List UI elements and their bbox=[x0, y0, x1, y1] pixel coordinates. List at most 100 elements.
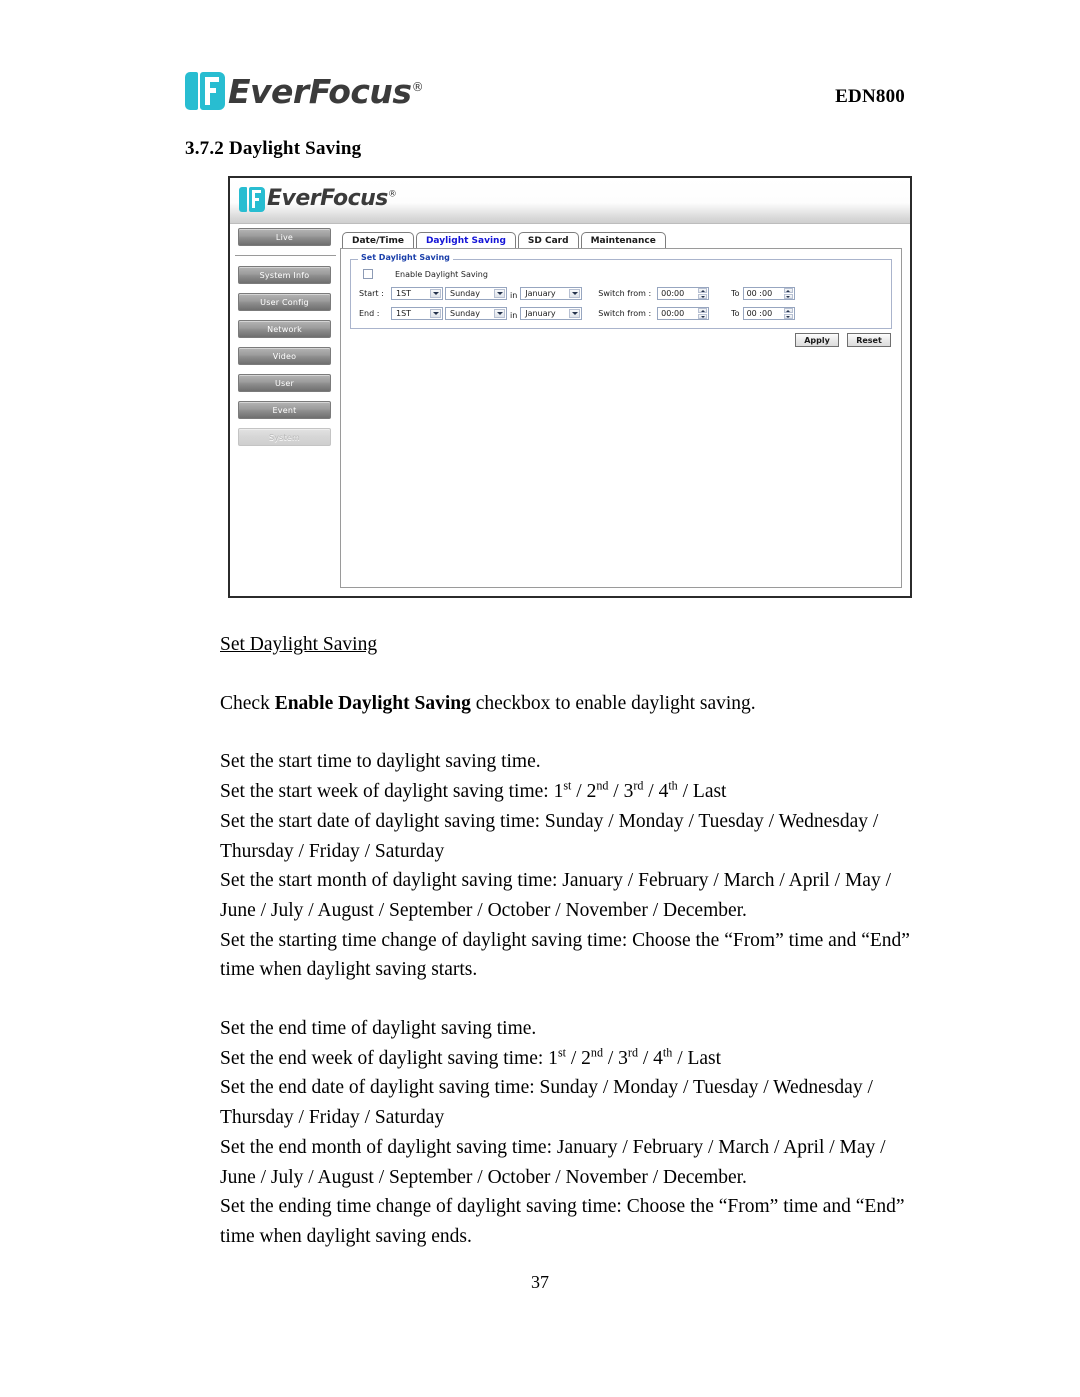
chevron-down-icon[interactable] bbox=[569, 289, 581, 298]
end-day-select[interactable]: Sunday bbox=[445, 307, 507, 320]
app-logo-mark-icon bbox=[239, 186, 265, 212]
sidebar-item-event[interactable]: Event bbox=[238, 401, 331, 419]
form-actions: Apply Reset bbox=[787, 333, 891, 347]
tab-sd-card[interactable]: SD Card bbox=[517, 232, 579, 248]
start-switch-to-input[interactable]: 00 :00 bbox=[742, 287, 795, 300]
set-daylight-saving-fieldset: Set Daylight Saving Enable Daylight Savi… bbox=[350, 253, 892, 329]
start-line-2: Set the start week of daylight saving ti… bbox=[220, 777, 920, 807]
intro-suffix: checkbox to enable daylight saving. bbox=[470, 692, 756, 714]
tab-daylight-saving[interactable]: Daylight Saving bbox=[415, 232, 516, 248]
sidebar-item-system-info[interactable]: System Info bbox=[238, 266, 331, 284]
end-day-value: Sunday bbox=[450, 309, 480, 318]
chevron-down-icon[interactable] bbox=[494, 309, 505, 318]
page-number: 37 bbox=[531, 1272, 549, 1292]
start-week-value: 1ST bbox=[396, 289, 412, 298]
start-line-2-prefix: Set the start week of daylight saving ti… bbox=[220, 781, 564, 803]
sidebar-item-user-config[interactable]: User Config bbox=[238, 293, 331, 311]
end-line-2-mid3: / 4 bbox=[637, 1047, 663, 1069]
start-line-3: Set the start date of daylight saving ti… bbox=[220, 810, 879, 862]
tab-panel: Set Daylight Saving Enable Daylight Savi… bbox=[340, 248, 902, 588]
end-line-2: Set the end week of daylight saving time… bbox=[220, 1044, 920, 1074]
start-month-select[interactable]: January bbox=[520, 287, 583, 300]
start-row-label: Start : bbox=[359, 289, 384, 298]
app-brand-name: EverFocus bbox=[267, 186, 388, 211]
enable-daylight-saving-row: Enable Daylight Saving bbox=[363, 269, 488, 279]
sidebar-item-system[interactable]: System bbox=[238, 428, 331, 446]
end-switch-from-stepper[interactable] bbox=[698, 308, 708, 319]
end-line-5: Set the ending time change of daylight s… bbox=[220, 1196, 905, 1247]
chevron-down-icon[interactable] bbox=[569, 309, 581, 318]
end-to-label: To bbox=[731, 309, 740, 318]
end-line-2-prefix: Set the end week of daylight saving time… bbox=[220, 1047, 558, 1069]
chevron-down-icon[interactable] bbox=[430, 309, 441, 318]
sidebar-nav: Live System Info User Config Network Vid… bbox=[235, 228, 339, 455]
end-ord-4: th bbox=[662, 1045, 673, 1060]
end-row-label: End : bbox=[359, 309, 380, 318]
content-area: Date/Time Daylight Saving SD Card Mainte… bbox=[340, 230, 902, 588]
app-everfocus-logo: EverFocus® bbox=[239, 184, 397, 214]
enable-daylight-saving-label: Enable Daylight Saving bbox=[395, 269, 488, 279]
start-switch-to-stepper[interactable] bbox=[783, 288, 793, 299]
chevron-down-icon[interactable] bbox=[430, 289, 441, 298]
start-switch-from-stepper[interactable] bbox=[698, 288, 708, 299]
sidebar-item-video[interactable]: Video bbox=[238, 347, 331, 365]
start-switch-from-input[interactable]: 00:00 bbox=[657, 287, 710, 300]
start-line-1: Set the start time to daylight saving ti… bbox=[220, 751, 541, 773]
start-month-value: January bbox=[525, 289, 556, 298]
end-month-select[interactable]: January bbox=[520, 307, 583, 320]
start-day-value: Sunday bbox=[450, 289, 480, 298]
end-switch-to-input[interactable]: 00 :00 bbox=[742, 307, 795, 320]
intro-prefix: Check bbox=[220, 692, 275, 714]
end-switch-from-label: Switch from : bbox=[598, 309, 652, 318]
start-week-select[interactable]: 1ST bbox=[391, 287, 443, 300]
everfocus-logo-mark-icon bbox=[185, 72, 225, 110]
sidebar-item-network[interactable]: Network bbox=[238, 320, 331, 338]
chevron-down-icon[interactable] bbox=[494, 289, 505, 298]
start-line-4: Set the start month of daylight saving t… bbox=[220, 870, 892, 921]
end-month-value: January bbox=[525, 309, 556, 318]
sidebar-item-user[interactable]: User bbox=[238, 374, 331, 392]
end-ord-3: rd bbox=[627, 1045, 638, 1060]
document-body: Set Daylight Saving Check Enable Dayligh… bbox=[220, 630, 920, 1252]
start-ord-3: rd bbox=[633, 778, 644, 793]
start-day-select[interactable]: Sunday bbox=[445, 287, 507, 300]
everfocus-logo: EverFocus® bbox=[185, 70, 424, 112]
start-line-2-mid2: / 3 bbox=[608, 781, 634, 803]
end-week-value: 1ST bbox=[396, 309, 412, 318]
fieldset-legend: Set Daylight Saving bbox=[358, 253, 453, 262]
start-ord-2: nd bbox=[596, 778, 609, 793]
end-line-4: Set the end month of daylight saving tim… bbox=[220, 1136, 886, 1188]
end-line-2-mid1: / 2 bbox=[566, 1047, 591, 1069]
end-line-3: Set the end date of daylight saving time… bbox=[220, 1077, 873, 1129]
body-subheading: Set Daylight Saving bbox=[220, 634, 378, 655]
app-brand-wordmark: EverFocus® bbox=[267, 186, 397, 211]
end-line-2-mid2: / 3 bbox=[603, 1047, 628, 1069]
end-switch-from-value: 00:00 bbox=[661, 309, 685, 318]
start-switch-to-value: 00 :00 bbox=[746, 289, 773, 298]
start-line-2-mid1: / 2 bbox=[571, 781, 597, 803]
reset-button[interactable]: Reset bbox=[847, 333, 891, 347]
tab-maintenance[interactable]: Maintenance bbox=[580, 232, 666, 248]
end-switch-to-value: 00 :00 bbox=[746, 309, 773, 318]
model-identifier: EDN800 bbox=[835, 86, 905, 107]
end-ord-1: st bbox=[557, 1045, 566, 1060]
start-to-label: To bbox=[731, 289, 740, 298]
end-switch-from-input[interactable]: 00:00 bbox=[657, 307, 710, 320]
end-ord-2: nd bbox=[590, 1045, 603, 1060]
enable-daylight-saving-checkbox[interactable] bbox=[363, 269, 373, 279]
end-in-word: in bbox=[510, 311, 518, 320]
app-registered-mark: ® bbox=[387, 189, 397, 200]
tab-date-time[interactable]: Date/Time bbox=[342, 232, 414, 248]
apply-button[interactable]: Apply bbox=[795, 333, 839, 347]
end-switch-to-stepper[interactable] bbox=[783, 308, 793, 319]
end-row: End : 1ST Sunday in January Switch from bbox=[359, 306, 883, 321]
end-week-select[interactable]: 1ST bbox=[391, 307, 443, 320]
end-line-1: Set the end time of daylight saving time… bbox=[220, 1018, 537, 1040]
ui-screenshot-figure: EverFocus® Live System Info User Config … bbox=[228, 176, 912, 598]
sidebar-item-live[interactable]: Live bbox=[238, 228, 331, 246]
start-line-2-suffix: / Last bbox=[677, 781, 727, 803]
app-header-bar: EverFocus® bbox=[230, 178, 910, 224]
